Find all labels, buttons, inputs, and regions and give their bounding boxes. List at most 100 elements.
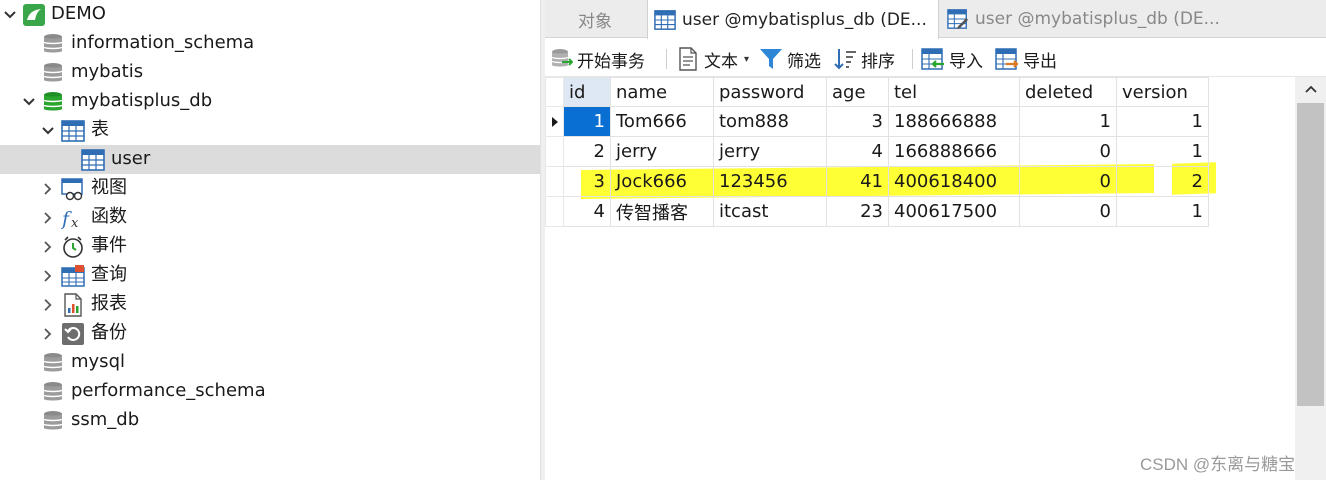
column-header-id[interactable]: id [563, 77, 611, 107]
table-cell[interactable]: jerry [713, 136, 827, 167]
tree-item-queries[interactable]: 查询 [0, 261, 540, 290]
table-cell[interactable]: 2 [563, 136, 611, 167]
button-label: 文本 [704, 51, 738, 72]
table-cell[interactable]: 400618400 [888, 166, 1020, 197]
chevron-right-icon[interactable] [41, 240, 55, 254]
table-cell[interactable]: 1 [1116, 196, 1209, 227]
button-label: 导出 [1023, 51, 1057, 72]
table-cell[interactable]: 4 [826, 136, 889, 167]
button-label: 导入 [949, 51, 983, 72]
tree-item-views[interactable]: 视图 [0, 174, 540, 203]
tree-item-tables[interactable]: 表 [0, 116, 540, 145]
filter-button[interactable]: 筛选 [759, 45, 821, 73]
backup-icon [61, 322, 85, 346]
chevron-right-icon[interactable] [41, 269, 55, 283]
tree-item-database-open[interactable]: mybatisplus_db [0, 87, 540, 116]
table-cell[interactable]: tom888 [713, 106, 827, 137]
chevron-right-icon[interactable] [41, 211, 55, 225]
column-header-version[interactable]: version [1116, 77, 1209, 107]
tab-user-design[interactable]: user @mybatisplus_db (DE... [941, 0, 1231, 38]
tree-item-label: mysql [71, 351, 125, 372]
table-cell[interactable]: Jock666 [610, 166, 714, 197]
table-cell[interactable]: itcast [713, 196, 827, 227]
table-row[interactable]: 3 Jock666 123456 41 400618400 0 2 [545, 166, 1209, 197]
tab-label: user @mybatisplus_db (DE... [975, 9, 1220, 29]
import-button[interactable]: 导入 [921, 45, 983, 73]
tree-item-database[interactable]: information_schema [0, 29, 540, 58]
toolbar: 开始事务 文本 ▾ 筛选 排序 导入 导出 [545, 39, 1326, 77]
table-cell[interactable]: 1 [1116, 136, 1209, 167]
table-cell[interactable]: 23 [826, 196, 889, 227]
tab-objects[interactable]: 对象 [545, 0, 645, 38]
table-header-row: id name password age tel deleted version [545, 77, 1209, 107]
column-header-age[interactable]: age [826, 77, 889, 107]
chevron-right-icon[interactable] [41, 182, 55, 196]
table-row[interactable]: 2 jerry jerry 4 166888666 0 1 [545, 136, 1209, 167]
tree-item-events[interactable]: 事件 [0, 232, 540, 261]
table-cell[interactable]: 0 [1019, 196, 1117, 227]
table-cell[interactable]: Tom666 [610, 106, 714, 137]
content-pane: 对象 user @mybatisplus_db (DE... user @myb… [545, 0, 1326, 480]
begin-transaction-button[interactable]: 开始事务 [549, 45, 645, 73]
table-cell[interactable]: 3 [563, 166, 611, 197]
table-cell[interactable]: 1 [1019, 106, 1117, 137]
tree-item-connection[interactable]: DEMO [0, 0, 540, 29]
database-open-icon [41, 90, 65, 114]
table-cell[interactable]: 188666888 [888, 106, 1020, 137]
data-grid[interactable]: id name password age tel deleted version… [545, 77, 1295, 480]
table-cell[interactable]: 41 [826, 166, 889, 197]
table-cell[interactable]: 3 [826, 106, 889, 137]
tree-item-database[interactable]: ssm_db [0, 406, 540, 435]
query-icon [61, 264, 85, 288]
table-cell[interactable]: jerry [610, 136, 714, 167]
table-row[interactable]: 4 传智播客 itcast 23 400617500 0 1 [545, 196, 1209, 227]
chevron-right-icon[interactable] [41, 298, 55, 312]
table-cell[interactable]: 0 [1019, 166, 1117, 197]
table-cell[interactable]: 传智播客 [610, 196, 714, 227]
toolbar-divider [666, 49, 667, 69]
column-header-deleted[interactable]: deleted [1019, 77, 1117, 107]
database-icon [41, 380, 65, 404]
watermark: CSDN @东离与糖宝 [1140, 455, 1296, 474]
tree-item-backups[interactable]: 备份 [0, 319, 540, 348]
tree-item-database[interactable]: performance_schema [0, 377, 540, 406]
tree-item-database[interactable]: mybatis [0, 58, 540, 87]
row-indicator [545, 166, 564, 197]
sort-button[interactable]: 排序 [833, 45, 895, 73]
table-cell[interactable]: 2 [1116, 166, 1209, 197]
table-row[interactable]: 1 Tom666 tom888 3 188666888 1 1 [545, 106, 1209, 137]
row-pointer-icon [552, 116, 558, 127]
chevron-down-icon[interactable] [22, 95, 36, 109]
tree-item-functions[interactable]: fx 函数 [0, 203, 540, 232]
chevron-right-icon[interactable] [41, 327, 55, 341]
tables-icon [61, 119, 85, 143]
chevron-down-icon[interactable] [3, 8, 17, 22]
tree-item-label: 表 [91, 119, 109, 140]
table-cell[interactable]: 166888666 [888, 136, 1020, 167]
table-cell[interactable]: 0 [1019, 136, 1117, 167]
tree-item-label: performance_schema [71, 380, 266, 401]
column-header-name[interactable]: name [610, 77, 714, 107]
chevron-down-icon[interactable] [41, 124, 55, 138]
navigation-tree[interactable]: DEMO information_schema mybatis mybatisp… [0, 0, 540, 480]
column-header-password[interactable]: password [713, 77, 827, 107]
table-cell[interactable]: 1 [1116, 106, 1209, 137]
tree-item-table-user[interactable]: user [0, 145, 540, 174]
button-label: 排序 [861, 51, 895, 72]
scrollbar-thumb[interactable] [1297, 103, 1324, 406]
table-icon [81, 148, 105, 172]
tree-item-database[interactable]: mysql [0, 348, 540, 377]
table-cell[interactable]: 400617500 [888, 196, 1020, 227]
tab-user-data[interactable]: user @mybatisplus_db (DE... [647, 0, 939, 39]
tree-item-reports[interactable]: 报表 [0, 290, 540, 319]
event-icon [61, 235, 85, 259]
vertical-scrollbar[interactable] [1295, 77, 1326, 480]
column-header-tel[interactable]: tel [888, 77, 1020, 107]
table-cell[interactable]: 123456 [713, 166, 827, 197]
table-cell[interactable]: 1 [563, 106, 611, 137]
report-icon [61, 293, 85, 317]
table-cell[interactable]: 4 [563, 196, 611, 227]
scroll-up-button[interactable] [1295, 77, 1326, 103]
export-button[interactable]: 导出 [995, 45, 1057, 73]
text-button[interactable]: 文本 ▾ [676, 45, 749, 73]
